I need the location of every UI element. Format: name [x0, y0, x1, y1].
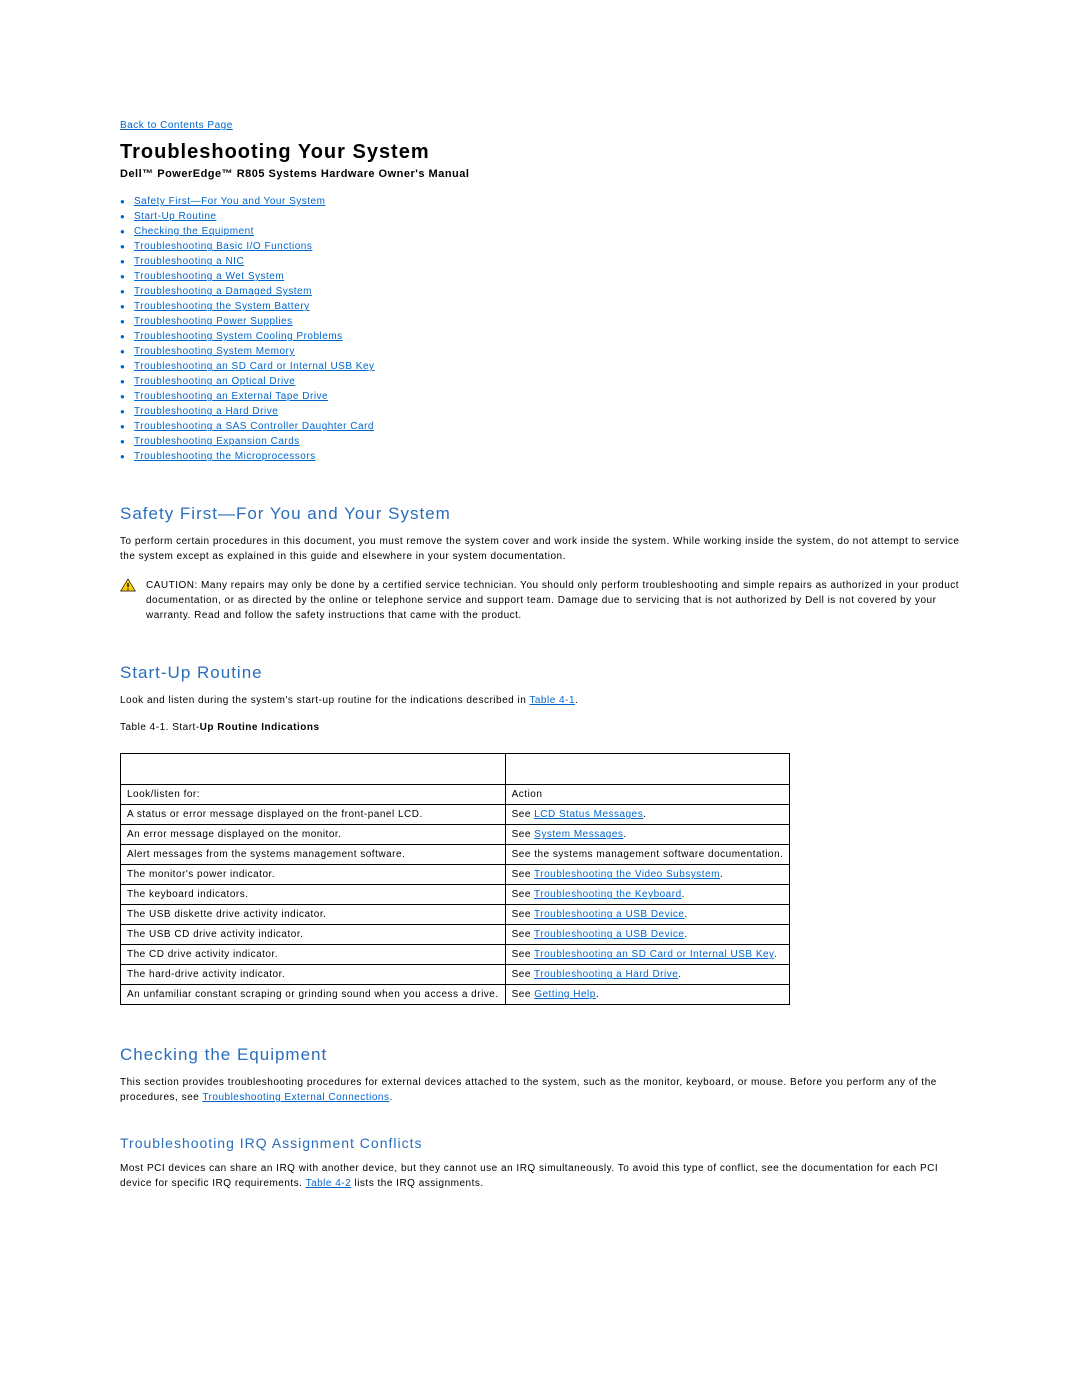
- toc-link[interactable]: Troubleshooting the System Battery: [134, 301, 310, 312]
- caution-label: CAUTION:: [146, 580, 198, 591]
- toc-link[interactable]: Troubleshooting an SD Card or Internal U…: [134, 361, 375, 372]
- action-link[interactable]: Troubleshooting a USB Device: [534, 909, 684, 920]
- action-link[interactable]: Troubleshooting an SD Card or Internal U…: [534, 949, 774, 960]
- table-row: The hard-drive activity indicator. See T…: [121, 965, 790, 985]
- table-row: Alert messages from the systems manageme…: [121, 845, 790, 865]
- irq-heading: Troubleshooting IRQ Assignment Conflicts: [120, 1135, 960, 1151]
- toc-link[interactable]: Troubleshooting an Optical Drive: [134, 376, 295, 387]
- toc-link[interactable]: Start-Up Routine: [134, 211, 216, 222]
- col-header-look: Look/listen for:: [121, 785, 506, 805]
- table-caption: Table 4-1. Start-Up Routine Indications: [120, 722, 960, 733]
- toc-link[interactable]: Troubleshooting a Wet System: [134, 271, 284, 282]
- table-row: The USB diskette drive activity indicato…: [121, 905, 790, 925]
- table-row: A status or error message displayed on t…: [121, 805, 790, 825]
- action-link[interactable]: Troubleshooting the Video Subsystem: [534, 869, 720, 880]
- safety-paragraph: To perform certain procedures in this do…: [120, 534, 960, 564]
- irq-paragraph: Most PCI devices can share an IRQ with a…: [120, 1161, 960, 1191]
- table-row: The CD drive activity indicator. See Tro…: [121, 945, 790, 965]
- toc-link[interactable]: Troubleshooting System Memory: [134, 346, 295, 357]
- startup-paragraph: Look and listen during the system's star…: [120, 693, 960, 708]
- table-row: The monitor's power indicator. See Troub…: [121, 865, 790, 885]
- col-header-action: Action: [505, 785, 790, 805]
- toc-link[interactable]: Troubleshooting a Damaged System: [134, 286, 312, 297]
- startup-routine-table: Look/listen for: Action A status or erro…: [120, 753, 790, 1005]
- action-link[interactable]: Getting Help: [534, 989, 596, 1000]
- toc-link[interactable]: Safety First—For You and Your System: [134, 196, 325, 207]
- table-row: An error message displayed on the monito…: [121, 825, 790, 845]
- caution-box: CAUTION: Many repairs may only be done b…: [120, 578, 960, 623]
- table-4-1-link[interactable]: Table 4-1: [529, 695, 575, 706]
- table-row: The keyboard indicators. See Troubleshoo…: [121, 885, 790, 905]
- toc-link[interactable]: Troubleshooting a NIC: [134, 256, 244, 267]
- toc-link[interactable]: Checking the Equipment: [134, 226, 254, 237]
- startup-heading: Start-Up Routine: [120, 663, 960, 683]
- table-row: The USB CD drive activity indicator. See…: [121, 925, 790, 945]
- caution-body: Many repairs may only be done by a certi…: [146, 580, 959, 621]
- toc-link[interactable]: Troubleshooting Basic I/O Functions: [134, 241, 312, 252]
- action-link[interactable]: Troubleshooting a USB Device: [534, 929, 684, 940]
- action-link[interactable]: Troubleshooting a Hard Drive: [534, 969, 678, 980]
- toc-link[interactable]: Troubleshooting a SAS Controller Daughte…: [134, 421, 374, 432]
- manual-subtitle: Dell™ PowerEdge™ R805 Systems Hardware O…: [120, 168, 960, 180]
- caution-icon: [120, 578, 140, 595]
- toc-link[interactable]: Troubleshooting System Cooling Problems: [134, 331, 343, 342]
- page-title: Troubleshooting Your System: [120, 141, 960, 164]
- table-row: An unfamiliar constant scraping or grind…: [121, 985, 790, 1005]
- table-4-2-link[interactable]: Table 4-2: [306, 1178, 352, 1189]
- action-link[interactable]: LCD Status Messages: [534, 809, 643, 820]
- table-of-contents: Safety First—For You and Your System Sta…: [120, 194, 960, 464]
- action-link[interactable]: System Messages: [534, 829, 623, 840]
- checking-heading: Checking the Equipment: [120, 1045, 960, 1065]
- toc-link[interactable]: Troubleshooting Power Supplies: [134, 316, 293, 327]
- toc-link[interactable]: Troubleshooting Expansion Cards: [134, 436, 300, 447]
- back-to-contents-link[interactable]: Back to Contents Page: [120, 120, 233, 131]
- toc-link[interactable]: Troubleshooting an External Tape Drive: [134, 391, 328, 402]
- safety-heading: Safety First—For You and Your System: [120, 504, 960, 524]
- checking-paragraph: This section provides troubleshooting pr…: [120, 1075, 960, 1105]
- action-link[interactable]: Troubleshooting the Keyboard: [534, 889, 682, 900]
- external-connections-link[interactable]: Troubleshooting External Connections: [202, 1092, 389, 1103]
- toc-link[interactable]: Troubleshooting the Microprocessors: [134, 451, 316, 462]
- caution-text: CAUTION: Many repairs may only be done b…: [146, 578, 960, 623]
- toc-link[interactable]: Troubleshooting a Hard Drive: [134, 406, 278, 417]
